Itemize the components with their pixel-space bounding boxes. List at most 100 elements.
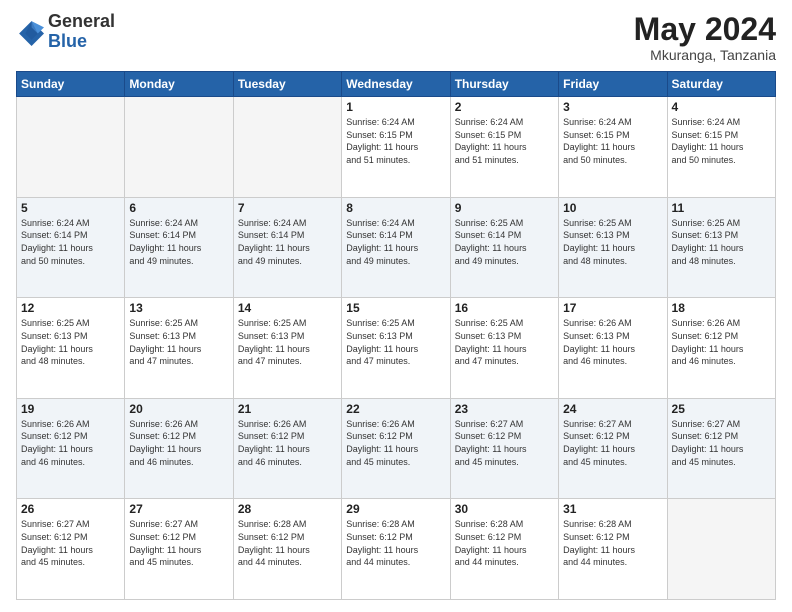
- day-number: 10: [563, 201, 662, 215]
- day-info: Sunrise: 6:24 AM Sunset: 6:14 PM Dayligh…: [238, 217, 337, 267]
- title-area: May 2024 Mkuranga, Tanzania: [634, 12, 776, 63]
- calendar-cell: 7Sunrise: 6:24 AM Sunset: 6:14 PM Daylig…: [233, 197, 341, 298]
- day-info: Sunrise: 6:26 AM Sunset: 6:13 PM Dayligh…: [563, 317, 662, 367]
- day-info: Sunrise: 6:27 AM Sunset: 6:12 PM Dayligh…: [672, 418, 771, 468]
- day-number: 21: [238, 402, 337, 416]
- day-info: Sunrise: 6:24 AM Sunset: 6:14 PM Dayligh…: [346, 217, 445, 267]
- calendar-cell: [17, 97, 125, 198]
- day-info: Sunrise: 6:26 AM Sunset: 6:12 PM Dayligh…: [129, 418, 228, 468]
- calendar-header-row: SundayMondayTuesdayWednesdayThursdayFrid…: [17, 72, 776, 97]
- calendar-cell: 25 Sunrise: 6:27 AM Sunset: 6:12 PM Dayli…: [667, 398, 775, 499]
- calendar-cell: 20 Sunrise: 6:26 AM Sunset: 6:12 PM Dayli…: [125, 398, 233, 499]
- day-number: 12: [21, 301, 120, 315]
- day-number: 23: [455, 402, 554, 416]
- calendar-cell: 3Sunrise: 6:24 AM Sunset: 6:15 PM Daylig…: [559, 97, 667, 198]
- calendar-week-row: 26 Sunrise: 6:27 AM Sunset: 6:12 PM Dayli…: [17, 499, 776, 600]
- day-number: 8: [346, 201, 445, 215]
- calendar-cell: 13Sunrise: 6:25 AM Sunset: 6:13 PM Dayli…: [125, 298, 233, 399]
- calendar-cell: 28 Sunrise: 6:28 AM Sunset: 6:12 PM Dayli…: [233, 499, 341, 600]
- page: General Blue May 2024 Mkuranga, Tanzania…: [0, 0, 792, 612]
- day-number: 11: [672, 201, 771, 215]
- calendar-cell: [125, 97, 233, 198]
- col-header-friday: Friday: [559, 72, 667, 97]
- day-info: Sunrise: 6:28 AM Sunset: 6:12 PM Dayligh…: [563, 518, 662, 568]
- calendar-cell: 4 Sunrise: 6:24 AM Sunset: 6:15 PM Daylig…: [667, 97, 775, 198]
- col-header-sunday: Sunday: [17, 72, 125, 97]
- calendar-cell: 8 Sunrise: 6:24 AM Sunset: 6:14 PM Daylig…: [342, 197, 450, 298]
- day-number: 29: [346, 502, 445, 516]
- day-number: 31: [563, 502, 662, 516]
- logo-icon: [16, 18, 44, 46]
- calendar-cell: 1 Sunrise: 6:24 AM Sunset: 6:15 PM Daylig…: [342, 97, 450, 198]
- calendar-week-row: 19 Sunrise: 6:26 AM Sunset: 6:12 PM Dayli…: [17, 398, 776, 499]
- day-info: Sunrise: 6:25 AM Sunset: 6:13 PM Dayligh…: [238, 317, 337, 367]
- day-info: Sunrise: 6:25 AM Sunset: 6:13 PM Dayligh…: [672, 217, 771, 267]
- day-number: 30: [455, 502, 554, 516]
- logo: General Blue: [16, 12, 115, 52]
- calendar-cell: 17 Sunrise: 6:26 AM Sunset: 6:13 PM Dayli…: [559, 298, 667, 399]
- day-info: Sunrise: 6:24 AM Sunset: 6:15 PM Dayligh…: [346, 116, 445, 166]
- day-number: 15: [346, 301, 445, 315]
- col-header-tuesday: Tuesday: [233, 72, 341, 97]
- day-info: Sunrise: 6:25 AM Sunset: 6:13 PM Dayligh…: [346, 317, 445, 367]
- day-number: 3: [563, 100, 662, 114]
- day-info: Sunrise: 6:24 AM Sunset: 6:14 PM Dayligh…: [129, 217, 228, 267]
- day-info: Sunrise: 6:25 AM Sunset: 6:13 PM Dayligh…: [563, 217, 662, 267]
- day-info: Sunrise: 6:25 AM Sunset: 6:14 PM Dayligh…: [455, 217, 554, 267]
- calendar-cell: 5 Sunrise: 6:24 AM Sunset: 6:14 PM Daylig…: [17, 197, 125, 298]
- col-header-wednesday: Wednesday: [342, 72, 450, 97]
- day-info: Sunrise: 6:26 AM Sunset: 6:12 PM Dayligh…: [346, 418, 445, 468]
- day-number: 27: [129, 502, 228, 516]
- day-info: Sunrise: 6:26 AM Sunset: 6:12 PM Dayligh…: [672, 317, 771, 367]
- logo-blue-text: Blue: [48, 32, 115, 52]
- day-number: 14: [238, 301, 337, 315]
- calendar-week-row: 1 Sunrise: 6:24 AM Sunset: 6:15 PM Daylig…: [17, 97, 776, 198]
- day-info: Sunrise: 6:28 AM Sunset: 6:12 PM Dayligh…: [238, 518, 337, 568]
- day-number: 4: [672, 100, 771, 114]
- day-number: 26: [21, 502, 120, 516]
- calendar-cell: 16Sunrise: 6:25 AM Sunset: 6:13 PM Dayli…: [450, 298, 558, 399]
- calendar-cell: 22 Sunrise: 6:26 AM Sunset: 6:12 PM Dayli…: [342, 398, 450, 499]
- day-number: 17: [563, 301, 662, 315]
- day-number: 16: [455, 301, 554, 315]
- day-number: 20: [129, 402, 228, 416]
- calendar-cell: 21 Sunrise: 6:26 AM Sunset: 6:12 PM Dayli…: [233, 398, 341, 499]
- day-info: Sunrise: 6:24 AM Sunset: 6:14 PM Dayligh…: [21, 217, 120, 267]
- day-number: 24: [563, 402, 662, 416]
- day-number: 9: [455, 201, 554, 215]
- day-number: 25: [672, 402, 771, 416]
- day-number: 28: [238, 502, 337, 516]
- day-info: Sunrise: 6:24 AM Sunset: 6:15 PM Dayligh…: [672, 116, 771, 166]
- calendar-cell: 18 Sunrise: 6:26 AM Sunset: 6:12 PM Dayli…: [667, 298, 775, 399]
- day-info: Sunrise: 6:28 AM Sunset: 6:12 PM Dayligh…: [346, 518, 445, 568]
- day-number: 5: [21, 201, 120, 215]
- day-info: Sunrise: 6:25 AM Sunset: 6:13 PM Dayligh…: [21, 317, 120, 367]
- logo-text: General Blue: [48, 12, 115, 52]
- day-info: Sunrise: 6:26 AM Sunset: 6:12 PM Dayligh…: [238, 418, 337, 468]
- month-title: May 2024: [634, 12, 776, 47]
- calendar-cell: 12 Sunrise: 6:25 AM Sunset: 6:13 PM Dayli…: [17, 298, 125, 399]
- calendar-cell: 30 Sunrise: 6:28 AM Sunset: 6:12 PM Dayli…: [450, 499, 558, 600]
- day-number: 18: [672, 301, 771, 315]
- day-info: Sunrise: 6:28 AM Sunset: 6:12 PM Dayligh…: [455, 518, 554, 568]
- calendar-cell: 15 Sunrise: 6:25 AM Sunset: 6:13 PM Dayli…: [342, 298, 450, 399]
- day-number: 13: [129, 301, 228, 315]
- col-header-monday: Monday: [125, 72, 233, 97]
- calendar-cell: [667, 499, 775, 600]
- location: Mkuranga, Tanzania: [634, 47, 776, 63]
- day-number: 19: [21, 402, 120, 416]
- day-number: 1: [346, 100, 445, 114]
- day-number: 6: [129, 201, 228, 215]
- calendar-cell: 14 Sunrise: 6:25 AM Sunset: 6:13 PM Dayli…: [233, 298, 341, 399]
- calendar-cell: 10 Sunrise: 6:25 AM Sunset: 6:13 PM Dayli…: [559, 197, 667, 298]
- calendar-cell: 9 Sunrise: 6:25 AM Sunset: 6:14 PM Daylig…: [450, 197, 558, 298]
- calendar-cell: 6 Sunrise: 6:24 AM Sunset: 6:14 PM Daylig…: [125, 197, 233, 298]
- calendar-week-row: 5 Sunrise: 6:24 AM Sunset: 6:14 PM Daylig…: [17, 197, 776, 298]
- day-info: Sunrise: 6:27 AM Sunset: 6:12 PM Dayligh…: [563, 418, 662, 468]
- day-number: 22: [346, 402, 445, 416]
- day-number: 2: [455, 100, 554, 114]
- day-info: Sunrise: 6:27 AM Sunset: 6:12 PM Dayligh…: [129, 518, 228, 568]
- col-header-saturday: Saturday: [667, 72, 775, 97]
- col-header-thursday: Thursday: [450, 72, 558, 97]
- calendar-cell: 2Sunrise: 6:24 AM Sunset: 6:15 PM Daylig…: [450, 97, 558, 198]
